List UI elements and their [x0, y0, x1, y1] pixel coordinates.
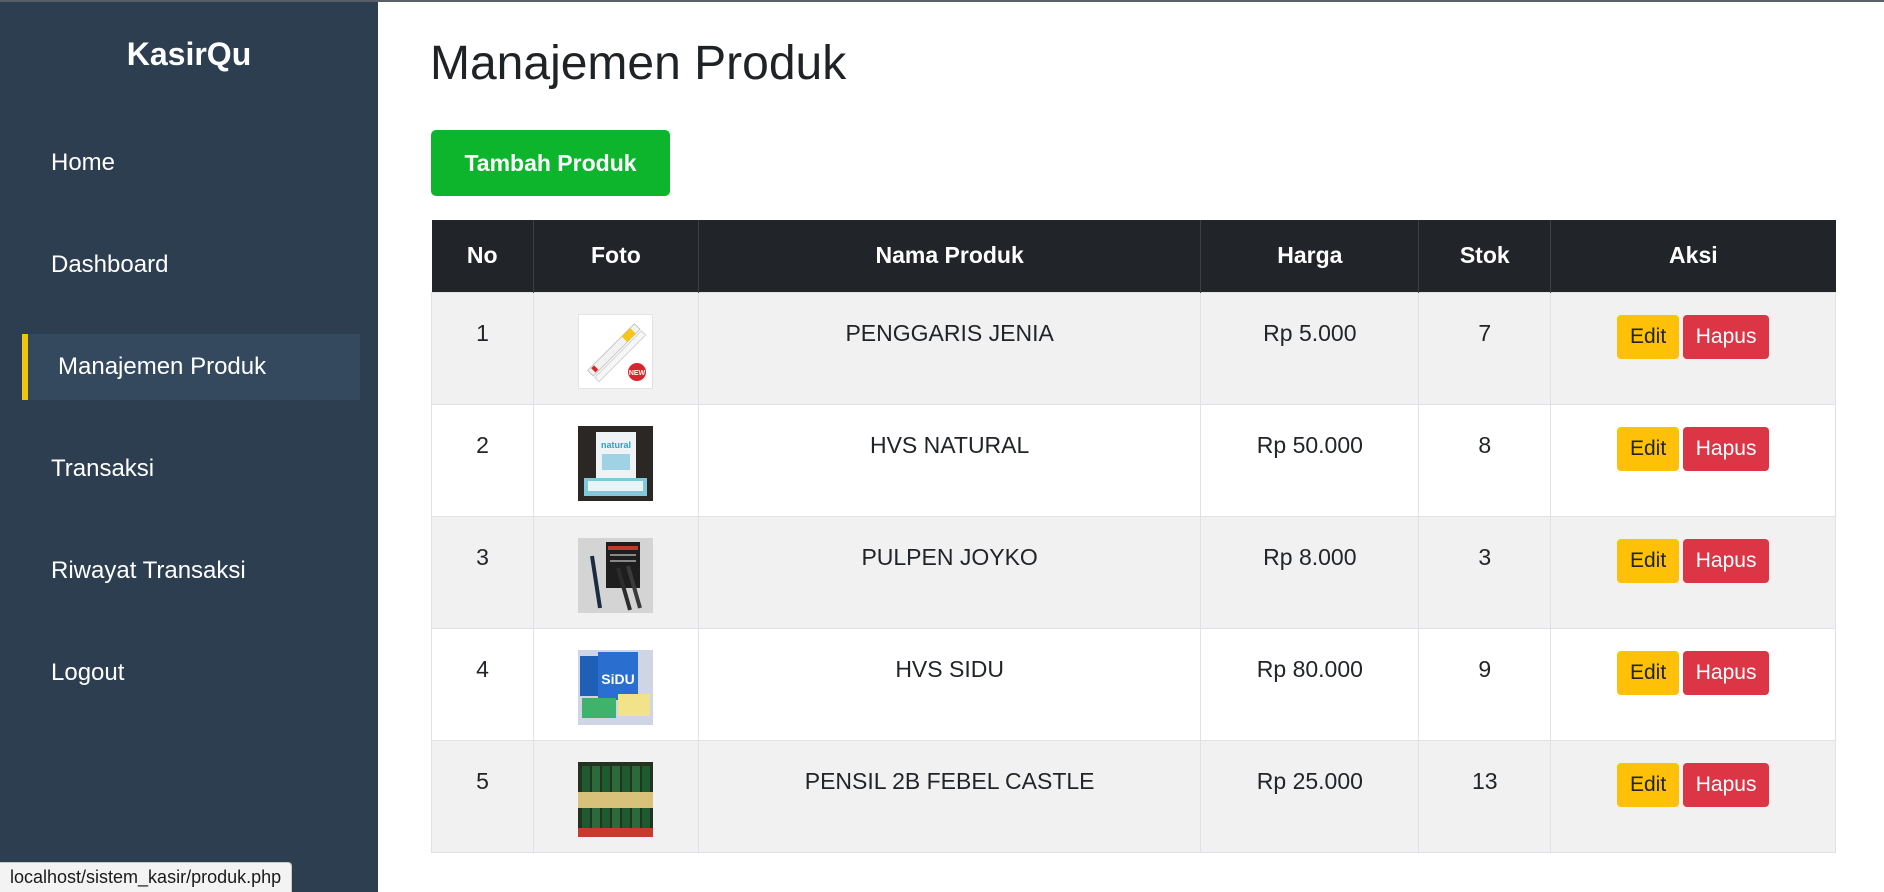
- table-header-row: No Foto Nama Produk Harga Stok Aksi: [431, 220, 1836, 292]
- cell-stok: 13: [1418, 739, 1552, 853]
- cell-foto: SiDU: [532, 627, 699, 741]
- table-row: 4 SiDU HVS SIDU Rp 80.000 9 Edit Hapus: [431, 627, 1836, 741]
- product-table: No Foto Nama Produk Harga Stok Aksi 1 NE…: [431, 220, 1836, 853]
- cell-harga: Rp 25.000: [1200, 739, 1420, 853]
- edit-button[interactable]: Edit: [1617, 762, 1680, 807]
- sidebar-item-logout[interactable]: Logout: [22, 640, 360, 706]
- cell-harga: Rp 80.000: [1200, 627, 1420, 741]
- ruler-product-image: NEW: [578, 313, 654, 389]
- cell-aksi: Edit Hapus: [1550, 739, 1836, 853]
- table-row: 5 PENSIL 2B FEBEL CASTLE Rp 25.000 13 Ed…: [431, 739, 1836, 853]
- column-header-foto: Foto: [533, 220, 699, 292]
- cell-no: 1: [431, 291, 534, 405]
- cell-nama-produk: PENGGARIS JENIA: [697, 291, 1202, 405]
- cell-stok: 8: [1418, 403, 1552, 517]
- edit-button[interactable]: Edit: [1617, 650, 1680, 695]
- sidebar: KasirQu Home Dashboard Manajemen Produk …: [0, 2, 378, 892]
- cell-harga: Rp 5.000: [1200, 291, 1420, 405]
- cell-nama-produk: PENSIL 2B FEBEL CASTLE: [697, 739, 1202, 853]
- delete-button[interactable]: Hapus: [1683, 314, 1770, 359]
- status-bar-url: localhost/sistem_kasir/produk.php: [0, 862, 293, 892]
- add-product-button[interactable]: Tambah Produk: [431, 130, 670, 196]
- delete-button[interactable]: Hapus: [1683, 538, 1770, 583]
- cell-stok: 3: [1418, 515, 1552, 629]
- svg-text:natural: natural: [601, 440, 631, 450]
- svg-text:NEW: NEW: [629, 370, 646, 377]
- column-header-no: No: [431, 220, 534, 292]
- cell-harga: Rp 8.000: [1200, 515, 1420, 629]
- cell-nama-produk: HVS NATURAL: [697, 403, 1202, 517]
- delete-button[interactable]: Hapus: [1683, 650, 1770, 695]
- svg-text:SiDU: SiDU: [602, 671, 635, 687]
- cell-stok: 9: [1418, 627, 1552, 741]
- cell-aksi: Edit Hapus: [1550, 627, 1836, 741]
- cell-aksi: Edit Hapus: [1550, 291, 1836, 405]
- paper-box-product-image: natural: [578, 425, 654, 501]
- table-row: 3 PULPEN JOYKO Rp 8.000 3 Edit Hapus: [431, 515, 1836, 629]
- cell-nama-produk: HVS SIDU: [697, 627, 1202, 741]
- pen-product-image: [578, 537, 654, 613]
- page-title: Manajemen Produk: [430, 37, 847, 90]
- sidebar-item-transaksi[interactable]: Transaksi: [22, 436, 360, 502]
- cell-no: 5: [431, 739, 534, 853]
- cell-foto: natural: [532, 403, 699, 517]
- edit-button[interactable]: Edit: [1617, 426, 1680, 471]
- pencil-box-product-image: [578, 761, 654, 837]
- column-header-harga: Harga: [1200, 220, 1420, 292]
- cell-stok: 7: [1418, 291, 1552, 405]
- cell-foto: [532, 739, 699, 853]
- cell-foto: NEW: [532, 291, 699, 405]
- cell-aksi: Edit Hapus: [1550, 403, 1836, 517]
- sidebar-item-dashboard[interactable]: Dashboard: [22, 232, 360, 298]
- paper-ream-product-image: SiDU: [578, 649, 654, 725]
- sidebar-item-riwayat-transaksi[interactable]: Riwayat Transaksi: [22, 538, 360, 604]
- cell-harga: Rp 50.000: [1200, 403, 1420, 517]
- delete-button[interactable]: Hapus: [1683, 762, 1770, 807]
- cell-aksi: Edit Hapus: [1550, 515, 1836, 629]
- cell-foto: [532, 515, 699, 629]
- sidebar-item-home[interactable]: Home: [22, 130, 360, 196]
- edit-button[interactable]: Edit: [1617, 538, 1680, 583]
- edit-button[interactable]: Edit: [1617, 314, 1680, 359]
- cell-no: 4: [431, 627, 534, 741]
- cell-nama-produk: PULPEN JOYKO: [697, 515, 1202, 629]
- sidebar-item-manajemen-produk[interactable]: Manajemen Produk: [22, 334, 360, 400]
- column-header-stok: Stok: [1418, 220, 1552, 292]
- cell-no: 3: [431, 515, 534, 629]
- column-header-nama-produk: Nama Produk: [698, 220, 1202, 292]
- table-row: 1 NEW PENGGARIS JENIA Rp 5.000 7 Edit Ha…: [431, 291, 1836, 405]
- cell-no: 2: [431, 403, 534, 517]
- brand-logo[interactable]: KasirQu: [0, 36, 378, 73]
- delete-button[interactable]: Hapus: [1683, 426, 1770, 471]
- column-header-aksi: Aksi: [1550, 220, 1836, 292]
- table-row: 2 natural HVS NATURAL Rp 50.000 8 Edit H…: [431, 403, 1836, 517]
